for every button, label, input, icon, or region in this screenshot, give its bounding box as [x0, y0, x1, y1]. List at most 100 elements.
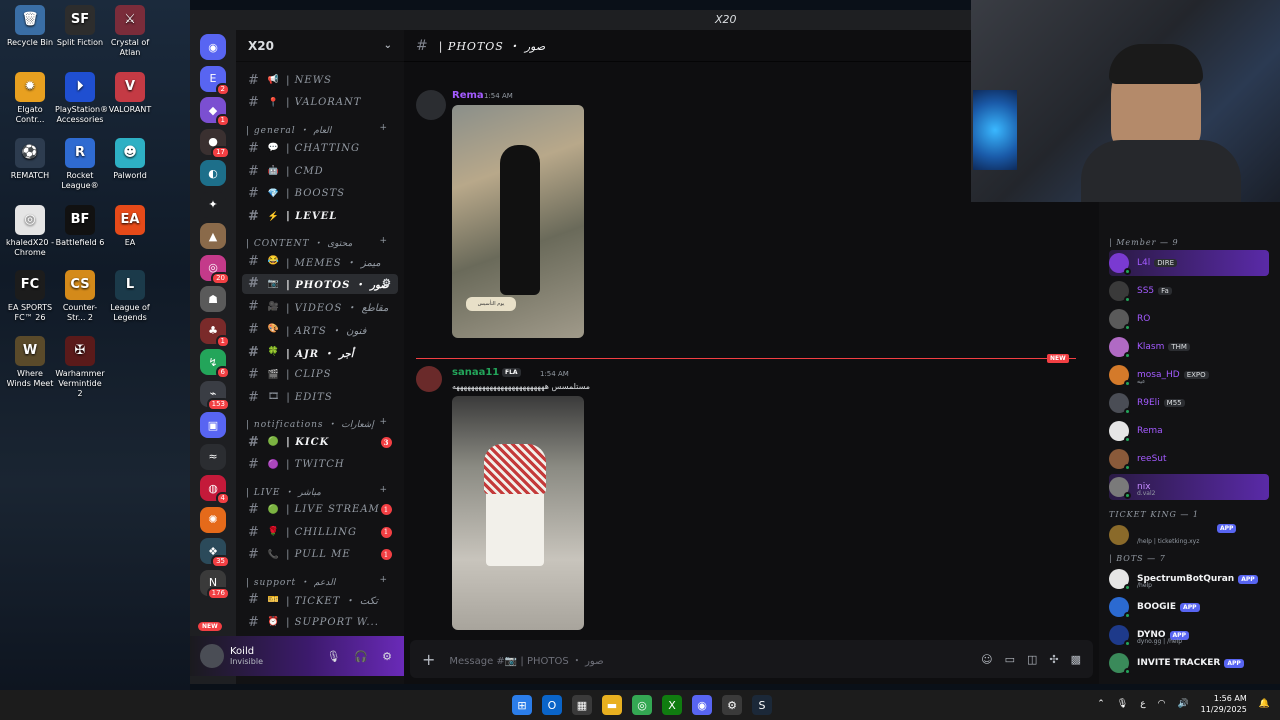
desktop-icon[interactable]: ◎ khaledX20 - Chrome — [5, 205, 55, 258]
server-icon[interactable]: ☗ — [200, 286, 226, 312]
avatar[interactable] — [200, 644, 224, 668]
gif-icon[interactable]: ▭ — [1005, 653, 1015, 666]
taskbar-app-icon[interactable]: O — [542, 695, 562, 715]
desktop-icon[interactable]: ⚽ REMATCH — [5, 138, 55, 181]
channel-item[interactable]: # ⚡ | LEVEL — [242, 207, 398, 227]
server-icon[interactable]: ↯ 6 — [200, 349, 230, 379]
chevron-up-icon[interactable]: ⌃ — [1097, 699, 1105, 709]
gear-icon[interactable]: ⚙ — [382, 650, 392, 663]
server-icon[interactable]: ◎ 20 — [200, 254, 230, 285]
server-icon[interactable]: ≈ — [200, 443, 226, 470]
member-item[interactable]: DYNO APP dyno.gg | /help — [1109, 622, 1269, 648]
channel-category[interactable]: | support ・ الدعم + — [242, 575, 398, 589]
channel-category[interactable]: | notifications ・ إشعارات + — [242, 417, 398, 431]
sticker-icon[interactable]: ◫ — [1027, 653, 1037, 666]
channel-item[interactable]: # 📞 | PULL ME 1 — [242, 545, 398, 565]
server-icon[interactable]: ✦ — [200, 191, 226, 218]
member-item[interactable]: Klasm THM — [1109, 334, 1269, 360]
add-channel-icon[interactable]: + — [379, 485, 388, 495]
taskbar-app-icon[interactable]: ▬ — [602, 695, 622, 715]
message-author[interactable]: Rema — [452, 90, 484, 101]
channel-item[interactable]: # 🤖 | CMD — [242, 161, 398, 181]
channel-category[interactable]: | CONTENT ・ محتوى + — [242, 236, 398, 250]
member-item[interactable]: mosa_HD EXPO عيه — [1109, 362, 1269, 388]
member-item[interactable]: SpectrumBotQuran APP/help — [1109, 566, 1269, 592]
member-item[interactable]: Rema — [1109, 418, 1269, 444]
add-channel-icon[interactable]: + — [379, 417, 388, 427]
message-input[interactable]: Message #📷 | PHOTOS ・ صور — [449, 652, 603, 667]
member-item[interactable]: INVITE TRACKER APP — [1109, 650, 1269, 676]
add-channel-icon[interactable]: + — [379, 575, 388, 585]
desktop-icon[interactable]: ✹ Elgato Contr... — [5, 72, 55, 125]
volume-icon[interactable]: 🔊 — [1177, 699, 1188, 709]
desktop-icon[interactable]: W Where Winds Meet — [5, 336, 55, 389]
photo-attachment[interactable]: يوم التأسيس — [452, 105, 584, 338]
desktop-icon[interactable]: V VALORANT — [105, 72, 155, 115]
gift-icon[interactable]: ▩ — [1071, 653, 1081, 666]
channel-item[interactable]: # 🎞 | EDITS — [242, 387, 398, 407]
channel-item[interactable]: # 😂 | MEMES ・ ميمز — [242, 251, 398, 271]
headphones-icon[interactable]: 🎧 — [354, 650, 368, 663]
message-composer[interactable]: + Message #📷 | PHOTOS ・ صور ☺ ▭ ◫ ✣ ▩ — [410, 640, 1093, 678]
server-icon[interactable]: ◆ 1 — [200, 97, 230, 127]
server-header[interactable]: X20 ⌄ — [236, 30, 404, 62]
taskbar-app-icon[interactable]: ◉ — [692, 695, 712, 715]
taskbar-app-icon[interactable]: ◎ — [632, 695, 652, 715]
member-item[interactable]: R9Eli M55 — [1109, 390, 1269, 416]
member-item[interactable]: BOOGIE APP — [1109, 594, 1269, 620]
desktop-icon[interactable]: SF Split Fiction — [55, 5, 105, 48]
add-attachment-icon[interactable]: + — [422, 650, 435, 669]
avatar[interactable] — [416, 90, 446, 120]
taskbar-app-icon[interactable]: X — [662, 695, 682, 715]
channel-category[interactable]: | LIVE ・ مباشر + — [242, 485, 398, 499]
desktop-icon[interactable]: BF Battlefield 6 — [55, 205, 105, 248]
taskbar-app-icon[interactable]: ▦ — [572, 695, 592, 715]
add-channel-icon[interactable]: + — [379, 236, 388, 246]
channel-settings-icon[interactable]: ⚙ — [382, 278, 392, 289]
desktop-icon[interactable]: R Rocket League® — [55, 138, 105, 191]
desktop-icon[interactable]: ☻ Palworld — [105, 138, 155, 181]
server-icon[interactable]: N 176 — [200, 569, 230, 600]
channel-item[interactable]: # 💎 | BOOSTS — [242, 184, 398, 204]
notification-icon[interactable]: 🔔 — [1259, 699, 1270, 709]
microphone-icon[interactable]: 🎙 — [1117, 699, 1128, 709]
desktop-icon[interactable]: ⚔ Crystal of Atlan — [105, 5, 155, 58]
avatar[interactable] — [416, 366, 442, 392]
server-icon[interactable]: E2 — [200, 65, 230, 96]
member-item[interactable]: nix d.val2 — [1109, 474, 1269, 500]
channel-item[interactable]: # ⏰ | SUPPORT W... — [242, 612, 398, 632]
server-icon[interactable]: ♣ 1 — [200, 317, 230, 348]
taskbar-app-icon[interactable]: ⊞ — [512, 695, 532, 715]
wifi-icon[interactable]: ◠ — [1158, 699, 1166, 709]
channel-item[interactable]: # 🎥 | VIDEOS ・ مقاطع — [242, 297, 398, 317]
channel-item[interactable]: # 🟣 | TWITCH — [242, 455, 398, 475]
channel-item[interactable]: # 🌹 | CHILLING 1 — [242, 522, 398, 542]
desktop-icon[interactable]: FC EA SPORTS FC™ 26 — [5, 270, 55, 323]
clock[interactable]: 1:56 AM 11/29/2025 — [1201, 693, 1247, 715]
channel-item[interactable]: # 📷 | PHOTOS ・ صور ⚙ — [242, 273, 398, 294]
photo-attachment[interactable] — [452, 396, 584, 630]
language-indicator[interactable]: ع — [1140, 699, 1145, 709]
desktop-icon[interactable]: ⏵ PlayStation® Accessories — [55, 72, 108, 125]
channel-item[interactable]: # 🍀 | AJR ・ أجر — [242, 342, 398, 362]
server-icon[interactable]: ◉ — [200, 34, 226, 60]
channel-item[interactable]: # 📍 | VALORANT — [242, 93, 398, 113]
member-item[interactable]: reeSut — [1109, 446, 1269, 472]
server-icon[interactable]: ▲ — [200, 223, 226, 249]
taskbar-app-icon[interactable]: S — [752, 695, 772, 715]
channel-item[interactable]: # 🎬 | CLIPS — [242, 365, 398, 385]
server-icon[interactable]: ▣ — [200, 412, 226, 438]
channel-item[interactable]: # 💬 | CHATTING — [242, 138, 398, 158]
chevron-down-icon[interactable]: ⌄ — [384, 40, 392, 51]
channel-item[interactable]: # 🟢 | LIVE STREAM 1 — [242, 500, 398, 520]
channel-item[interactable]: # 🎫 | TICKET ・ تكت — [242, 590, 398, 610]
member-item[interactable]: L4l DIRE — [1109, 250, 1269, 276]
desktop-icon[interactable]: CS Counter-Str... 2 — [55, 270, 105, 323]
apps-icon[interactable]: ✣ — [1049, 653, 1058, 666]
desktop-icon[interactable]: 🗑 Recycle Bin — [5, 5, 55, 48]
channel-item[interactable]: # 📢 | NEWS — [242, 70, 398, 90]
emoji-icon[interactable]: ☺ — [981, 653, 992, 666]
channel-item[interactable]: # 🟢 | KICK 3 — [242, 432, 398, 452]
member-item[interactable]: /help | ticketking.xyz APP — [1109, 522, 1269, 548]
server-icon[interactable]: ✺ — [200, 506, 226, 533]
